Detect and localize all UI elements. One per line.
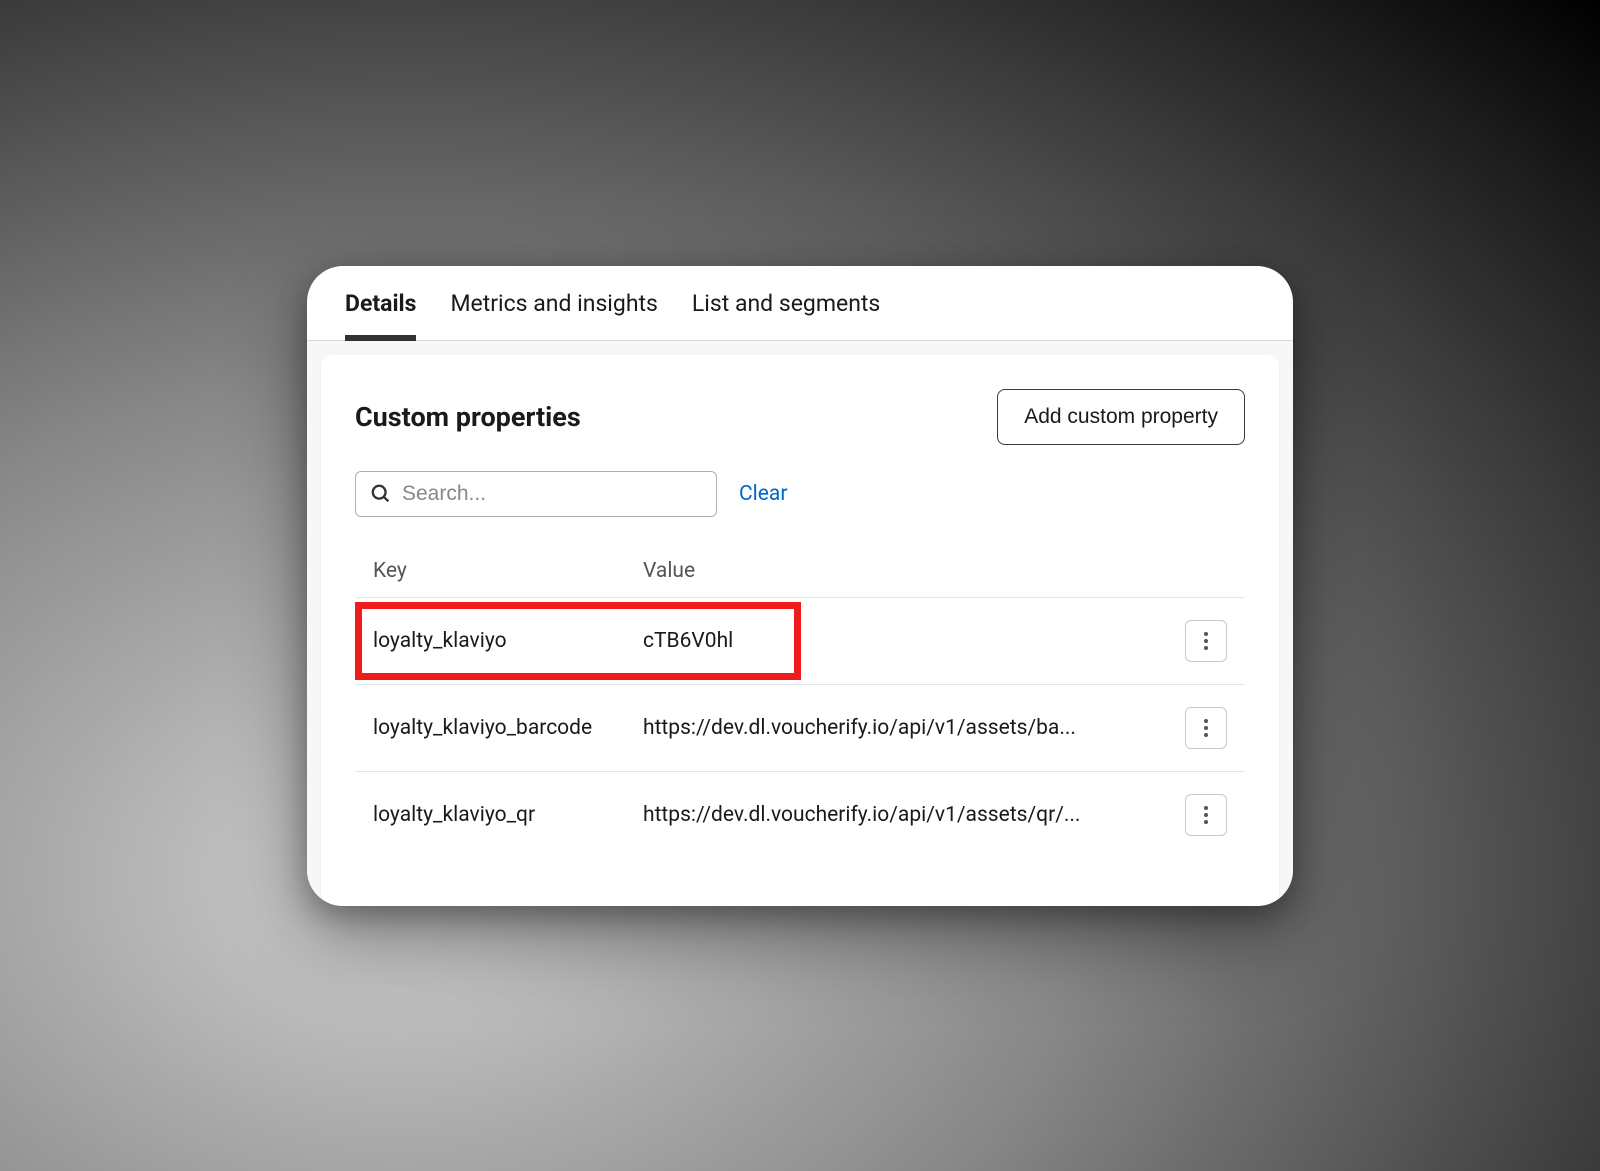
card-header: Custom properties Add custom property <box>355 389 1245 445</box>
property-value: https://dev.dl.voucherify.io/api/v1/asse… <box>643 803 1177 827</box>
search-box[interactable] <box>355 471 717 517</box>
property-value: cTB6V0hl <box>643 629 1177 653</box>
table-row: loyalty_klaviyo_qr https://dev.dl.vouche… <box>355 771 1245 858</box>
tab-lists[interactable]: List and segments <box>692 290 880 341</box>
kebab-icon <box>1204 719 1208 737</box>
kebab-icon <box>1204 632 1208 650</box>
add-custom-property-button[interactable]: Add custom property <box>997 389 1245 445</box>
tab-details[interactable]: Details <box>345 290 416 341</box>
app-window: Details Metrics and insights List and se… <box>307 266 1293 906</box>
table-header: Key Value <box>355 545 1245 597</box>
tab-bar: Details Metrics and insights List and se… <box>307 266 1293 341</box>
custom-properties-card: Custom properties Add custom property Cl… <box>321 355 1279 906</box>
tab-metrics[interactable]: Metrics and insights <box>450 290 657 341</box>
search-icon <box>370 483 392 505</box>
search-row: Clear <box>355 471 1245 517</box>
header-key: Key <box>373 559 643 583</box>
table-row: loyalty_klaviyo cTB6V0hl <box>355 597 1245 684</box>
card-title: Custom properties <box>355 401 581 433</box>
row-actions-button[interactable] <box>1185 707 1227 749</box>
table-row: loyalty_klaviyo_barcode https://dev.dl.v… <box>355 684 1245 771</box>
kebab-icon <box>1204 806 1208 824</box>
clear-link[interactable]: Clear <box>739 482 787 506</box>
header-value: Value <box>643 559 1177 583</box>
property-key: loyalty_klaviyo <box>373 629 643 653</box>
search-input[interactable] <box>402 482 702 506</box>
row-actions-button[interactable] <box>1185 794 1227 836</box>
property-key: loyalty_klaviyo_qr <box>373 803 643 827</box>
properties-table: Key Value loyalty_klaviyo cTB6V0hl lo <box>355 545 1245 858</box>
content-area: Custom properties Add custom property Cl… <box>307 341 1293 906</box>
row-actions-button[interactable] <box>1185 620 1227 662</box>
property-key: loyalty_klaviyo_barcode <box>373 716 643 740</box>
property-value: https://dev.dl.voucherify.io/api/v1/asse… <box>643 716 1177 740</box>
